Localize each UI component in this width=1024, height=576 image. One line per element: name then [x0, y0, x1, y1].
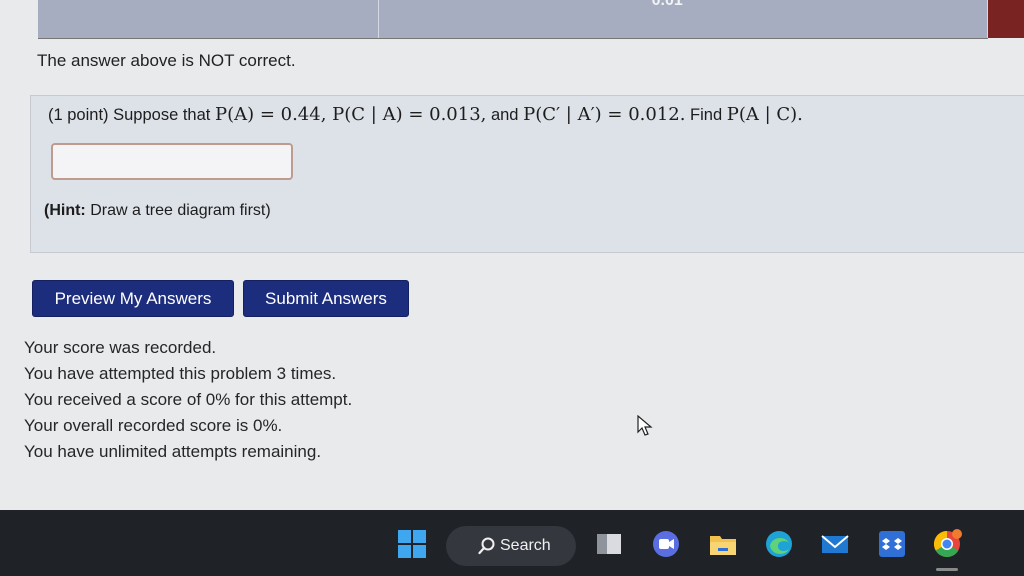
taskbar-search-label: Search [500, 537, 551, 554]
browser-edge-strip [988, 0, 1024, 38]
problem-prefix: (1 point) Suppose that [48, 106, 215, 124]
mail-icon[interactable] [819, 528, 851, 560]
table-cell-right: 0.01 [378, 0, 988, 38]
problem-math-given: P(A) = 0.44, P(C | A) = 0.013, [214, 104, 487, 125]
hint-text: (Hint: Draw a tree diagram first) [44, 202, 271, 220]
dropbox-icon[interactable] [876, 528, 908, 560]
problem-math-given-complement: P(C′ | A′) = 0.012. [523, 104, 686, 125]
score-line: You received a score of 0% for this atte… [24, 390, 353, 409]
teams-chat-icon[interactable] [650, 528, 682, 560]
score-line: You have unlimited attempts remaining. [24, 442, 322, 461]
edge-icon[interactable] [763, 528, 795, 560]
file-explorer-icon[interactable] [707, 528, 739, 560]
taskbar: Search [0, 510, 1024, 576]
hint-label: (Hint: [44, 202, 86, 219]
search-icon [478, 537, 495, 555]
answer-input[interactable] [51, 143, 293, 180]
problem-math-target: P(A | C). [726, 104, 803, 125]
score-summary: Your score was recorded. You have attemp… [24, 337, 352, 467]
file-explorer-blank-icon[interactable] [593, 528, 625, 560]
problem-box: (1 point) Suppose that P(A) = 0.44, P(C … [30, 95, 1024, 253]
table-cell-left [38, 0, 379, 38]
answer-status-message: The answer above is NOT correct. [37, 51, 296, 70]
previous-answer-table: 0.01 [38, 0, 988, 39]
chrome-icon[interactable] [931, 528, 963, 560]
score-line: Your overall recorded score is 0%. [24, 416, 283, 435]
submit-answers-button[interactable]: Submit Answers [243, 280, 409, 317]
score-line: Your score was recorded. [24, 338, 217, 357]
mouse-cursor-icon [637, 415, 653, 436]
taskbar-search-box[interactable]: Search [446, 526, 576, 566]
preview-answers-button[interactable]: Preview My Answers [32, 280, 234, 317]
hint-body: Draw a tree diagram first) [85, 202, 271, 219]
score-line: You have attempted this problem 3 times. [24, 364, 337, 383]
windows-start-icon[interactable] [396, 528, 428, 560]
table-cell-right-text: 0.01 [651, 0, 683, 9]
problem-statement: (1 point) Suppose that P(A) = 0.44, P(C … [48, 104, 803, 125]
problem-and: and [486, 106, 524, 124]
active-app-indicator [936, 568, 958, 571]
problem-find: Find [685, 106, 727, 124]
